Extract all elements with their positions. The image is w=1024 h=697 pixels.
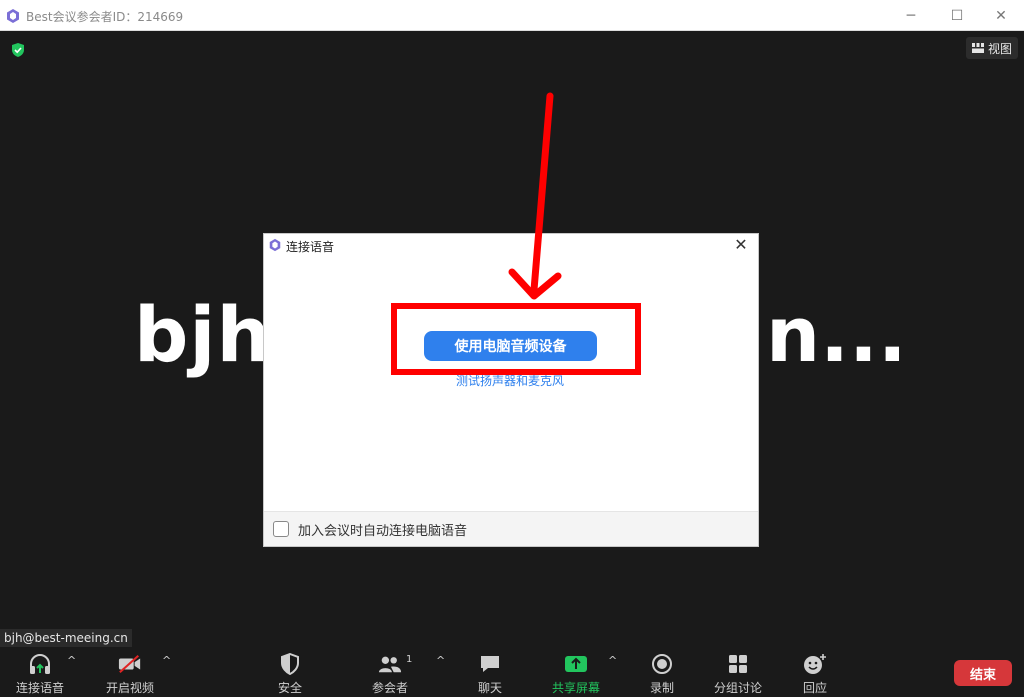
headphones-icon [30,653,50,674]
close-icon: ✕ [734,235,748,254]
breakout-grid-icon [729,654,747,673]
video-options-caret-icon[interactable]: ^ [162,654,171,667]
record-button[interactable]: 录制 [650,652,674,696]
participants-options-caret-icon[interactable]: ^ [436,654,445,667]
participants-label: 参会者 [372,681,409,695]
app-logo-icon [269,238,281,252]
security-shield-icon [281,652,299,675]
start-video-label: 开启视频 [106,681,155,695]
connect-audio-button[interactable]: 连接语音 [16,652,64,696]
title-bar: Best会议参会者ID：214669 ─ ☐ ✕ [0,0,1024,31]
security-label: 安全 [278,681,303,695]
dialog-footer: 加入会议时自动连接电脑语音 [264,511,758,546]
window-title: Best会议参会者ID：214669 [26,10,184,24]
share-screen-label: 共享屏幕 [552,681,601,695]
security-button[interactable]: 安全 [278,652,302,696]
maximize-button[interactable]: ☐ [934,0,980,31]
auto-connect-label: 加入会议时自动连接电脑语音 [298,524,468,539]
grid-view-icon [971,43,984,53]
connect-audio-label: 连接语音 [16,681,65,695]
chat-label: 聊天 [478,681,503,695]
close-icon: ✕ [995,7,1007,24]
participants-icon [378,656,402,672]
chat-button[interactable]: 聊天 [478,652,502,696]
breakout-rooms-label: 分组讨论 [714,681,763,695]
chat-bubble-icon [481,655,499,672]
breakout-rooms-button[interactable]: 分组讨论 [714,652,762,696]
share-screen-icon [565,655,587,672]
emoji-plus-icon [804,653,826,674]
record-icon [652,653,672,674]
video-off-icon [118,654,141,673]
security-shield-icon[interactable] [10,42,26,58]
end-meeting-button[interactable]: 结束 [954,660,1012,686]
minimize-icon: ─ [906,7,916,24]
share-options-caret-icon[interactable]: ^ [608,654,617,667]
annotation-highlight-box [391,303,641,375]
auto-connect-checkbox[interactable] [273,521,289,537]
minimize-button[interactable]: ─ [888,0,934,31]
participant-name-head: bjh [134,290,272,379]
participant-name-tail: n... [766,290,907,379]
view-label: 视图 [987,41,1012,56]
record-label: 录制 [650,681,675,695]
meeting-toolbar: 连接语音 ^ 开启视频 ^ 安全 参会者 1 ^ 聊天 共享屏幕 ^ 录制 分组… [0,648,1024,697]
participants-count: 1 [406,654,413,665]
view-button[interactable]: 视图 [965,37,1018,59]
reactions-button[interactable]: 回应 [803,652,827,696]
self-user-label: bjh@best-meeing.cn [0,629,132,647]
maximize-icon: ☐ [950,7,964,24]
dialog-title: 连接语音 [286,240,335,254]
start-video-button[interactable]: 开启视频 [106,652,154,696]
reactions-label: 回应 [803,681,828,695]
participants-button[interactable]: 参会者 [372,652,408,696]
audio-options-caret-icon[interactable]: ^ [67,654,76,667]
app-logo-icon [7,9,19,23]
annotation-arrow-icon [508,92,562,300]
close-window-button[interactable]: ✕ [978,0,1024,31]
share-screen-button[interactable]: 共享屏幕 [552,652,600,696]
dialog-close-button[interactable]: ✕ [732,236,750,254]
